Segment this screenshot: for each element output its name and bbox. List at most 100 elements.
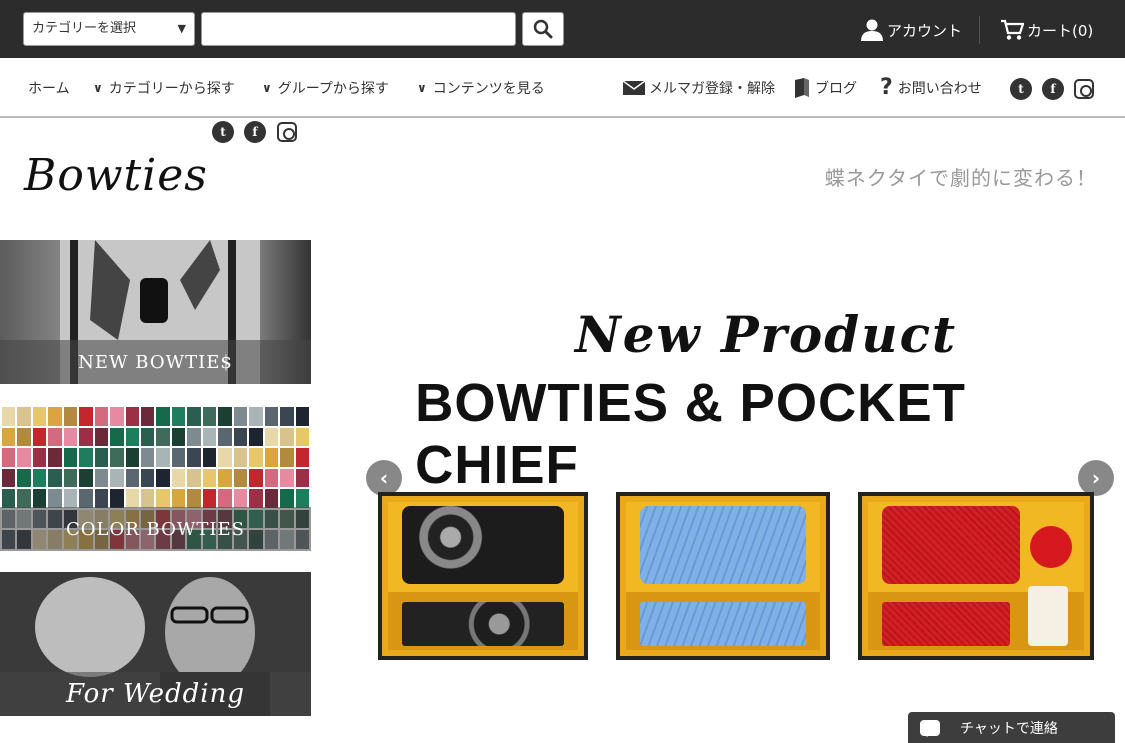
tile-color-bowties[interactable]: COLOR BOWTIES [0, 405, 311, 551]
color-swatch [249, 427, 263, 447]
facebook-icon[interactable]: f [1042, 78, 1064, 100]
nav-newsletter[interactable]: メルマガ登録・解除 [623, 78, 775, 98]
color-swatch [187, 489, 201, 508]
color-swatch [249, 489, 263, 508]
twitter-icon[interactable]: t [212, 121, 234, 143]
color-swatch [17, 448, 31, 467]
header-divider [979, 16, 980, 44]
color-swatch [264, 468, 279, 488]
color-swatch [32, 468, 47, 488]
color-swatch [187, 448, 201, 467]
color-swatch [110, 468, 124, 488]
color-swatch [94, 489, 109, 508]
nav-home-label: ホーム [28, 81, 70, 97]
color-swatch [79, 407, 93, 426]
chevron-left-icon: ‹ [379, 466, 389, 490]
account-label: アカウント [887, 21, 963, 40]
color-swatch [94, 448, 109, 467]
color-swatch [110, 448, 124, 467]
search-input[interactable] [201, 12, 516, 46]
nav-newsletter-label: メルマガ登録・解除 [649, 81, 775, 97]
color-swatch [141, 427, 155, 447]
color-swatch [280, 407, 294, 426]
search-button[interactable] [522, 12, 564, 46]
pocket-chief [402, 602, 564, 646]
color-swatch [264, 448, 279, 467]
color-swatch [233, 489, 248, 508]
color-swatch [125, 468, 140, 488]
color-swatch [17, 489, 31, 508]
color-swatch [202, 427, 217, 447]
color-swatch [280, 489, 294, 508]
color-swatch [280, 448, 294, 467]
color-swatch [141, 489, 155, 508]
user-icon [861, 19, 883, 41]
color-swatch [218, 489, 232, 508]
nav-contact[interactable]: ? お問い合わせ [880, 77, 982, 99]
color-swatch [125, 427, 140, 447]
search-icon [533, 19, 553, 39]
category-select[interactable]: カテゴリーを選択 ▼ [23, 12, 195, 46]
color-swatch [295, 448, 309, 467]
color-swatch [233, 427, 248, 447]
nav-category[interactable]: ∨ カテゴリーから探す [93, 78, 235, 98]
nav-contents-label: コンテンツを見る [432, 81, 545, 97]
nav-home[interactable]: ホーム [28, 78, 70, 98]
cart-link[interactable]: カート(0) [1000, 18, 1093, 42]
instagram-icon[interactable] [1074, 79, 1094, 99]
tile-label: NEW BOWTIE$ [0, 340, 311, 384]
chevron-down-icon: ∨ [417, 81, 427, 95]
product-box-red[interactable] [858, 492, 1094, 660]
tile-label: COLOR BOWTIES [0, 507, 311, 551]
top-bar: カテゴリーを選択 ▼ アカウント カート(0) [0, 0, 1125, 58]
color-swatch [171, 427, 186, 447]
nav-group[interactable]: ∨ グループから探す [262, 78, 389, 98]
tile-for-wedding[interactable]: For Wedding [0, 572, 311, 716]
color-swatch [94, 468, 109, 488]
site-logo[interactable]: Bowties [24, 150, 208, 201]
chat-bubble-icon [920, 719, 940, 737]
facebook-icon[interactable]: f [244, 121, 266, 143]
chevron-right-icon: › [1091, 466, 1101, 490]
color-swatch [280, 427, 294, 447]
color-swatch [249, 468, 263, 488]
nav-contact-label: お問い合わせ [897, 81, 982, 97]
color-swatch [17, 407, 31, 426]
chevron-down-icon: ∨ [93, 81, 103, 95]
color-swatch [233, 448, 248, 467]
chevron-down-icon: ▼ [177, 22, 186, 35]
color-swatch [218, 468, 232, 488]
color-swatch [295, 468, 309, 488]
color-swatch [2, 407, 16, 426]
color-swatch [32, 448, 47, 467]
instagram-icon[interactable] [277, 122, 297, 142]
color-swatch [110, 407, 124, 426]
nav-contents[interactable]: ∨ コンテンツを見る [417, 78, 545, 98]
color-swatch [202, 407, 217, 426]
carousel-next-button[interactable]: › [1078, 460, 1114, 496]
color-swatch [2, 427, 16, 447]
color-swatch [79, 489, 93, 508]
color-swatch [233, 468, 248, 488]
chevron-down-icon: ∨ [262, 81, 272, 95]
color-swatch [63, 407, 78, 426]
chat-label: チャットで連絡 [960, 720, 1058, 737]
color-swatch [264, 407, 279, 426]
product-box-black-paisley[interactable] [378, 492, 588, 660]
twitter-icon[interactable]: t [1010, 78, 1032, 100]
color-swatch [63, 448, 78, 467]
nav-bar: ホーム ∨ カテゴリーから探す ∨ グループから探す ∨ コンテンツを見る メル… [0, 58, 1125, 118]
tile-new-bowties[interactable]: NEW BOWTIE$ [0, 240, 311, 384]
color-swatch [156, 448, 170, 467]
color-swatch [171, 489, 186, 508]
account-link[interactable]: アカウント [860, 18, 962, 42]
book-icon [795, 78, 809, 98]
nav-blog[interactable]: ブログ [794, 78, 857, 98]
color-swatch [48, 468, 62, 488]
chat-widget[interactable]: チャットで連絡 [908, 712, 1115, 743]
color-swatch [218, 427, 232, 447]
cart-label: カート(0) [1027, 21, 1094, 40]
color-swatch [187, 427, 201, 447]
product-box-light-blue[interactable] [616, 492, 830, 660]
carousel-prev-button[interactable]: ‹ [366, 460, 402, 496]
